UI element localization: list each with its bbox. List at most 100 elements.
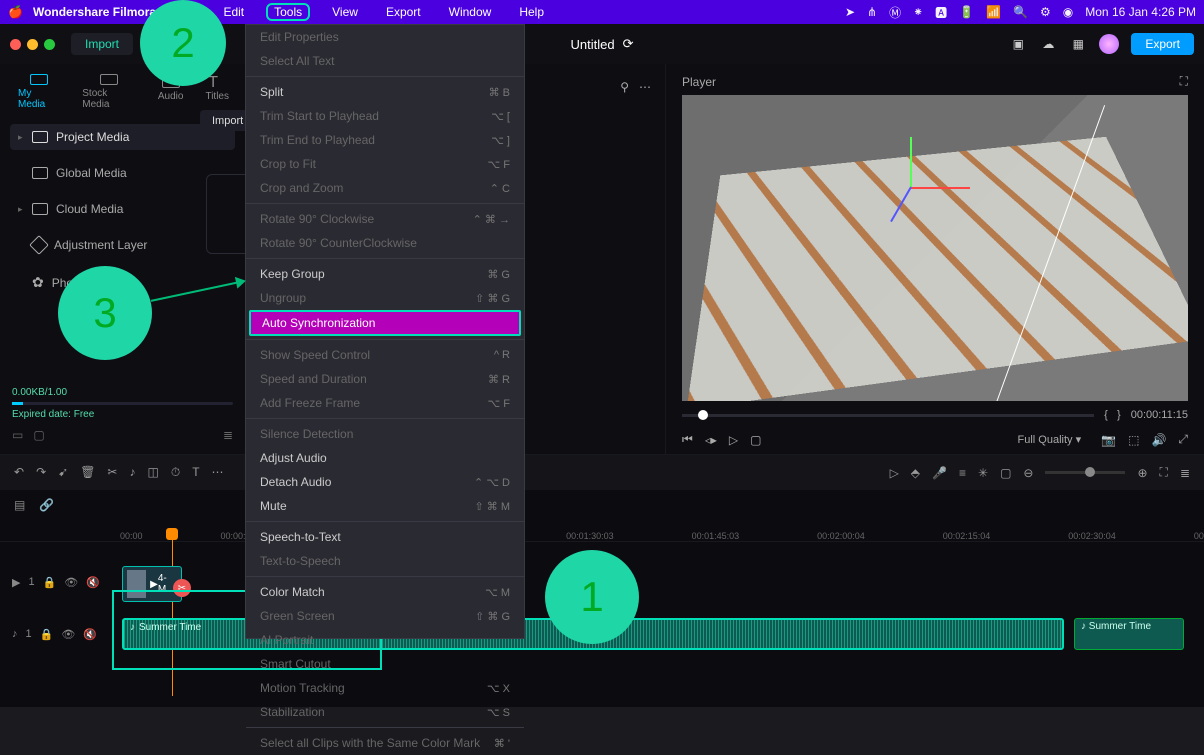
zoom-fit-icon[interactable]: ⛶ [1160, 465, 1168, 480]
clock-text[interactable]: Mon 16 Jan 4:26 PM [1085, 5, 1196, 19]
filter-icon[interactable]: ⚲ [620, 80, 629, 94]
crop-icon[interactable]: ◫ [147, 465, 158, 480]
menu-item-split[interactable]: Split⌘ B [246, 80, 524, 104]
battery-icon[interactable]: 🔋 [959, 5, 974, 19]
siri-icon[interactable]: ◉ [1063, 5, 1073, 19]
menu-item-auto-synchronization[interactable]: Auto Synchronization [249, 310, 521, 336]
menu-item-color-match[interactable]: Color Match⌥ M [246, 580, 524, 604]
quality-dropdown[interactable]: Full Quality ▾ [1010, 431, 1090, 448]
mute-icon[interactable]: 🔇 [83, 628, 97, 641]
menu-item-motion-tracking: Motion Tracking⌥ X [246, 676, 524, 700]
sidebar-cloud-media[interactable]: ▸Cloud Media [10, 196, 235, 222]
screen-record-icon[interactable]: ▣ [1009, 35, 1027, 53]
cloud-icon[interactable]: ☁ [1039, 35, 1057, 53]
new-folder-icon[interactable]: ▭ [12, 428, 23, 442]
export-button[interactable]: Export [1131, 33, 1194, 55]
undo-icon[interactable]: ↶ [14, 465, 24, 480]
apps-grid-icon[interactable]: ▦ [1069, 35, 1087, 53]
menu-export[interactable]: Export [380, 3, 427, 21]
menu-item-select-all-clips-with-the-same-color-mark: Select all Clips with the Same Color Mar… [246, 731, 524, 755]
scissor-badge-icon[interactable]: ✂ [173, 579, 191, 597]
menu-view[interactable]: View [326, 3, 364, 21]
render-icon[interactable]: ▷ [890, 466, 899, 480]
zoom-slider[interactable] [1045, 471, 1125, 474]
menu-item-speech-to-text[interactable]: Speech-to-Text [246, 525, 524, 549]
menu-tools[interactable]: Tools [266, 3, 310, 21]
eye-icon[interactable]: 👁 [64, 576, 78, 589]
menu-item-adjust-audio[interactable]: Adjust Audio [246, 446, 524, 470]
more-tools-icon[interactable]: ⋯ [212, 465, 224, 480]
pointer-icon[interactable]: ➹ [58, 465, 68, 480]
player-viewport[interactable] [682, 95, 1188, 401]
menu-item-crop-and-zoom: Crop and Zoom⌃ C [246, 176, 524, 200]
sidebar-adjustment-layer[interactable]: Adjustment Layer [10, 232, 235, 258]
cloud-sync-icon[interactable]: ⟳ [623, 36, 634, 52]
menu-item-mute[interactable]: Mute⇧ ⌘ M [246, 494, 524, 518]
zoom-out-icon[interactable]: ⊖ [1023, 466, 1033, 480]
text-icon[interactable]: T [192, 465, 199, 480]
window-controls[interactable] [10, 39, 55, 50]
menu-item-silence-detection: Silence Detection [246, 422, 524, 446]
mic-icon[interactable]: 🎤 [932, 466, 947, 480]
volume-icon[interactable]: 🔊 [1151, 433, 1166, 447]
marker-add-icon[interactable]: ▢ [1000, 466, 1011, 480]
tab-stock-media[interactable]: Stock Media [82, 74, 136, 110]
search-icon[interactable]: 🔍 [1013, 5, 1028, 19]
timecode: 00:00:11:15 [1131, 409, 1188, 421]
mixer-icon[interactable]: ≡ [959, 466, 966, 480]
trash-icon[interactable]: ▢ [33, 428, 44, 442]
share-icon[interactable]: ⋔ [867, 5, 877, 19]
marker-icon[interactable]: ⬚ [1128, 433, 1139, 447]
expand-player-icon[interactable]: ⛶ [1180, 74, 1188, 89]
zoom-in-icon[interactable]: ⊕ [1137, 466, 1147, 480]
audio-clip-2[interactable]: ♪ Summer Time [1074, 618, 1184, 650]
scrub-track[interactable] [682, 414, 1094, 417]
tab-titles[interactable]: TTitles [205, 74, 229, 110]
import-button[interactable]: Import [71, 33, 133, 55]
sidebar-global-media[interactable]: Global Media [10, 160, 235, 186]
redo-icon[interactable]: ↷ [36, 465, 46, 480]
apple-icon[interactable]: 🍎 [8, 5, 23, 19]
mute-icon[interactable]: 🔇 [86, 576, 100, 589]
shield-icon[interactable]: Ⓜ [889, 4, 901, 21]
timeline-ruler[interactable]: 00:0000:00:15:00 00:01:30:0300:01:45:030… [0, 520, 1204, 542]
track-manager-icon[interactable]: ▤ [14, 498, 25, 512]
lock-icon[interactable]: 🔒 [40, 628, 54, 641]
prev-frame-icon[interactable]: ⏮ [682, 432, 693, 447]
menu-help[interactable]: Help [513, 3, 550, 21]
menu-item-detach-audio[interactable]: Detach Audio⌃ ⌥ D [246, 470, 524, 494]
player-panel: Player ⛶ { } 00:00:11:15 ⏮ ◃▸ ▷ ▢ Full Q… [665, 64, 1204, 454]
wifi-icon[interactable]: 📶 [986, 5, 1001, 19]
link-icon[interactable]: 🔗 [39, 498, 54, 512]
menu-edit[interactable]: Edit [217, 3, 250, 21]
location-icon[interactable]: ➤ [845, 5, 855, 19]
eye-icon[interactable]: 👁 [61, 628, 75, 641]
stop-icon[interactable]: ▢ [750, 433, 761, 447]
more-icon[interactable]: ⋯ [639, 80, 651, 94]
bluetooth-icon[interactable]: ⁕ [913, 5, 923, 19]
menu-item-select-all-text: Select All Text [246, 49, 524, 73]
snap-icon[interactable]: ✳ [978, 466, 988, 480]
sort-icon[interactable]: ≣ [223, 428, 233, 442]
speed-icon[interactable]: ⏱ [171, 465, 180, 480]
fullscreen-icon[interactable]: ⤢ [1178, 432, 1188, 447]
music-note-icon: ♪ [130, 622, 135, 633]
music-icon[interactable]: ♪ [129, 465, 135, 480]
app-a-icon[interactable]: 🅰 [935, 4, 947, 21]
control-center-icon[interactable]: ⚙ [1040, 5, 1051, 19]
tab-my-media[interactable]: My Media [18, 74, 60, 110]
play-icon[interactable]: ▷ [729, 433, 738, 447]
lock-icon[interactable]: 🔒 [43, 576, 57, 589]
menu-item-show-speed-control: Show Speed Control^ R [246, 343, 524, 367]
menu-item-keep-group[interactable]: Keep Group⌘ G [246, 262, 524, 286]
avatar[interactable] [1099, 34, 1119, 54]
delete-icon[interactable]: 🗑 [80, 465, 95, 480]
snapshot-icon[interactable]: 📷 [1101, 433, 1116, 447]
menu-window[interactable]: Window [443, 3, 498, 21]
play-back-icon[interactable]: ◃▸ [705, 433, 717, 447]
mark-in-icon[interactable]: ⬘ [911, 466, 920, 480]
annotation-2: 2 [140, 0, 226, 86]
player-title: Player [682, 75, 716, 89]
split-icon[interactable]: ✂ [107, 465, 117, 480]
timeline-settings-icon[interactable]: ≣ [1180, 466, 1190, 480]
